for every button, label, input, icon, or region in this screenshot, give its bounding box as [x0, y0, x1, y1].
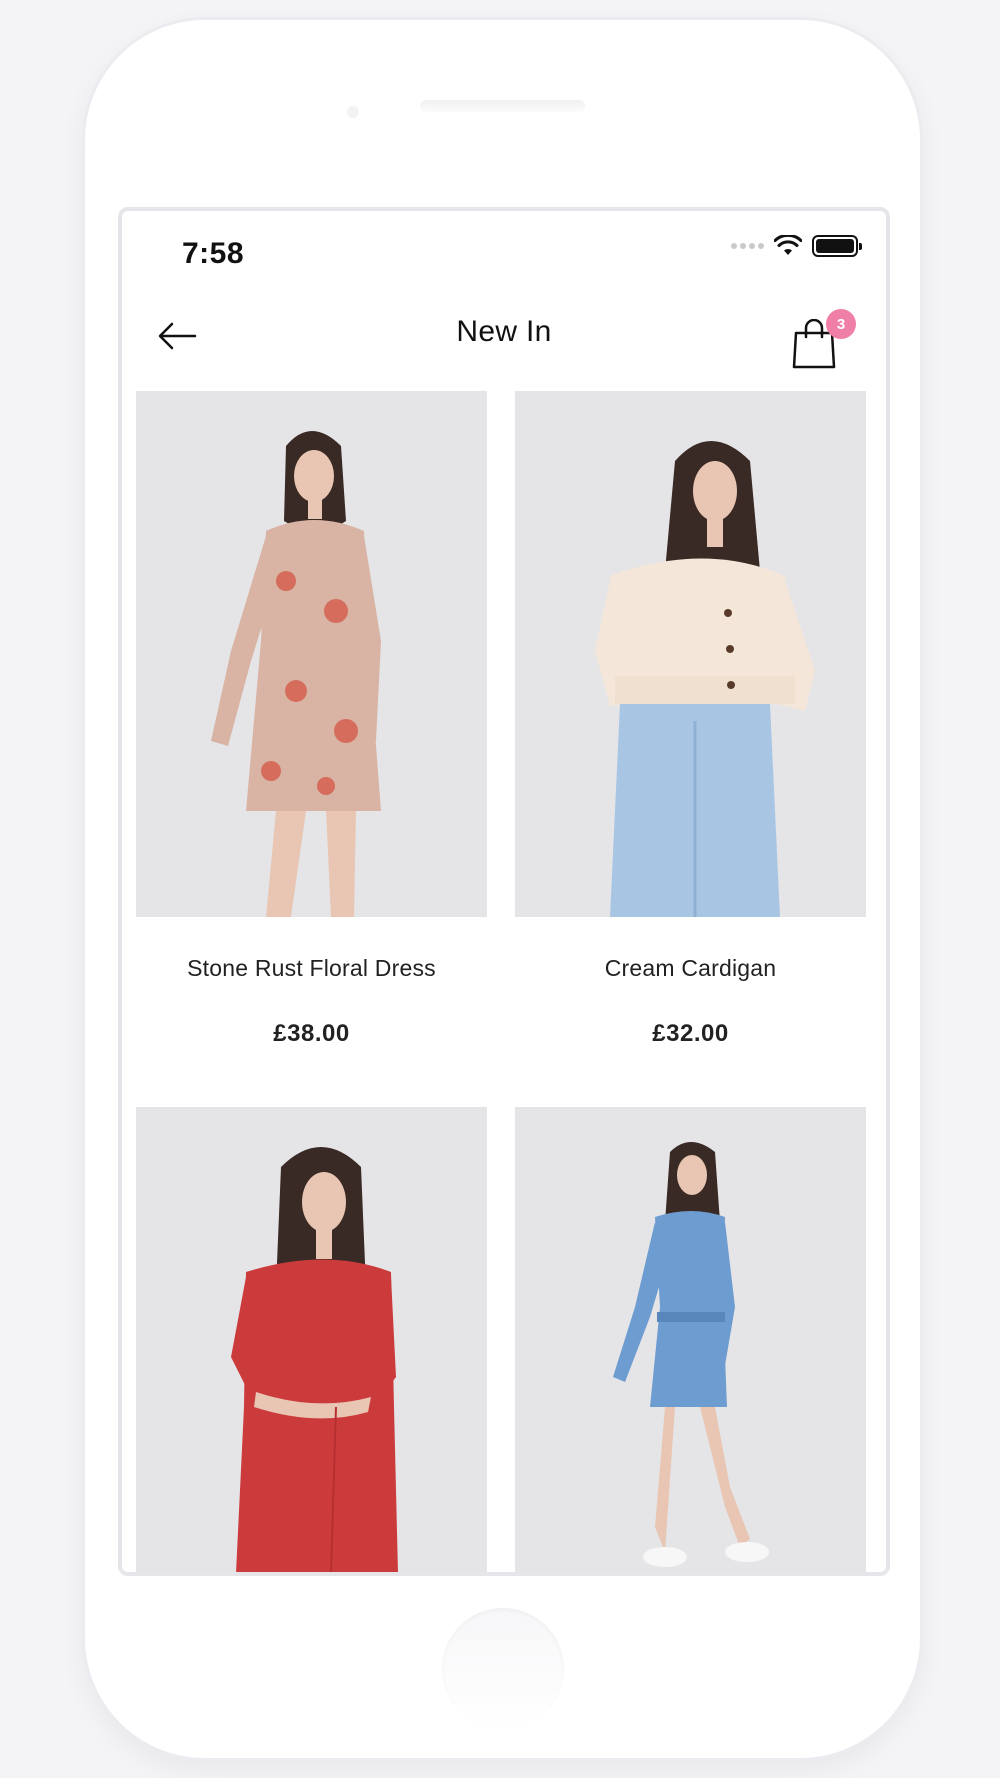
home-button[interactable]	[442, 1608, 564, 1730]
denim-dress-photo-icon	[515, 1107, 866, 1572]
product-image[interactable]	[136, 391, 487, 917]
status-bar: 7:58	[122, 211, 886, 291]
product-image[interactable]	[136, 1107, 487, 1572]
product-info: Stone Rust Floral Dress £38.00	[136, 917, 487, 1107]
product-image[interactable]	[515, 1107, 866, 1572]
cart-button[interactable]: 3	[792, 301, 856, 371]
product-card[interactable]: Cream Cardigan £32.00	[515, 391, 866, 1107]
red-dress-photo-icon	[136, 1107, 487, 1572]
status-icons	[731, 235, 862, 257]
front-camera	[347, 106, 359, 118]
app-screen: 7:58 New In 3 Stone Rust Floral Dress £3…	[118, 207, 890, 1576]
product-info: Cream Cardigan £32.00	[515, 917, 866, 1107]
product-name[interactable]: Cream Cardigan	[515, 955, 866, 982]
cardigan-photo-icon	[515, 391, 866, 917]
signal-icon	[731, 243, 764, 249]
status-time: 7:58	[182, 237, 245, 270]
nav-bar: New In 3	[122, 291, 886, 387]
wifi-icon	[774, 235, 802, 255]
product-image[interactable]	[515, 391, 866, 917]
battery-icon	[812, 235, 862, 257]
product-card[interactable]: Stone Rust Floral Dress £38.00	[136, 391, 487, 1107]
cart-count-badge: 3	[826, 309, 856, 339]
product-grid: Stone Rust Floral Dress £38.00 Cream Car…	[136, 391, 876, 1572]
page-title: New In	[456, 315, 552, 348]
earpiece-speaker	[420, 100, 585, 112]
product-price: £38.00	[273, 1020, 350, 1047]
product-name[interactable]: Stone Rust Floral Dress	[136, 955, 487, 982]
product-price: £32.00	[652, 1020, 729, 1047]
product-card[interactable]	[515, 1107, 866, 1572]
floral-dress-photo-icon	[136, 391, 487, 917]
product-card[interactable]	[136, 1107, 487, 1572]
